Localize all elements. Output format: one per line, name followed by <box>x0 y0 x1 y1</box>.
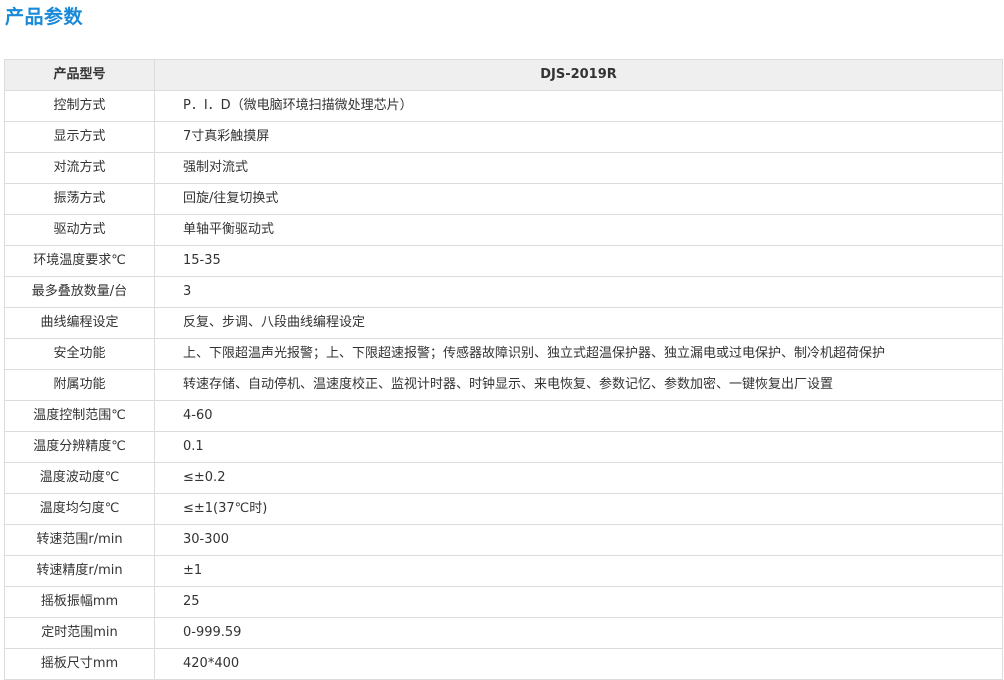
table-row: 对流方式 强制对流式 <box>4 152 1003 184</box>
row-value-cell: 420*400 <box>154 648 1003 680</box>
row-value-cell: ±1 <box>154 555 1003 587</box>
table-row: 最多叠放数量/台 3 <box>4 276 1003 308</box>
row-value-cell: 单轴平衡驱动式 <box>154 214 1003 246</box>
header-label-cell: 产品型号 <box>4 59 155 91</box>
table-row: 显示方式 7寸真彩触摸屏 <box>4 121 1003 153</box>
table-row: 定时范围min 0-999.59 <box>4 617 1003 649</box>
row-label-cell: 转速精度r/min <box>4 555 155 587</box>
row-label-cell: 附属功能 <box>4 369 155 401</box>
row-value-cell: 转速存储、自动停机、温速度校正、监视计时器、时钟显示、来电恢复、参数记忆、参数加… <box>154 369 1003 401</box>
row-label-cell: 对流方式 <box>4 152 155 184</box>
row-label-cell: 显示方式 <box>4 121 155 153</box>
row-label-cell: 摇板尺寸mm <box>4 648 155 680</box>
row-label-cell: 温度均匀度℃ <box>4 493 155 525</box>
row-value-cell: 0.1 <box>154 431 1003 463</box>
row-value-cell: 25 <box>154 586 1003 618</box>
table-row: 附属功能 转速存储、自动停机、温速度校正、监视计时器、时钟显示、来电恢复、参数记… <box>4 369 1003 401</box>
table-row: 转速精度r/min ±1 <box>4 555 1003 587</box>
table-row: 温度波动度℃ ≤±0.2 <box>4 462 1003 494</box>
row-label-cell: 曲线编程设定 <box>4 307 155 339</box>
spec-table: 产品型号 DJS-2019R 控制方式 P．I．D（微电脑环境扫描微处理芯片） … <box>4 59 1003 680</box>
row-label-cell: 摇板振幅mm <box>4 586 155 618</box>
row-value-cell: 强制对流式 <box>154 152 1003 184</box>
row-value-cell: 7寸真彩触摸屏 <box>154 121 1003 153</box>
row-label-cell: 温度波动度℃ <box>4 462 155 494</box>
row-label-cell: 控制方式 <box>4 90 155 122</box>
header-value-cell: DJS-2019R <box>154 59 1003 91</box>
row-label-cell: 驱动方式 <box>4 214 155 246</box>
row-value-cell: P．I．D（微电脑环境扫描微处理芯片） <box>154 90 1003 122</box>
row-value-cell: 15-35 <box>154 245 1003 277</box>
row-value-cell: 3 <box>154 276 1003 308</box>
table-header-row: 产品型号 DJS-2019R <box>4 59 1003 91</box>
table-row: 曲线编程设定 反复、步调、八段曲线编程设定 <box>4 307 1003 339</box>
row-label-cell: 温度控制范围℃ <box>4 400 155 432</box>
table-row: 温度控制范围℃ 4-60 <box>4 400 1003 432</box>
table-row: 温度均匀度℃ ≤±1(37℃时) <box>4 493 1003 525</box>
table-row: 环境温度要求℃ 15-35 <box>4 245 1003 277</box>
row-value-cell: ≤±1(37℃时) <box>154 493 1003 525</box>
table-row: 摇板振幅mm 25 <box>4 586 1003 618</box>
row-label-cell: 环境温度要求℃ <box>4 245 155 277</box>
row-value-cell: 上、下限超温声光报警；上、下限超速报警；传感器故障识别、独立式超温保护器、独立漏… <box>154 338 1003 370</box>
table-row: 振荡方式 回旋/往复切换式 <box>4 183 1003 215</box>
table-row: 控制方式 P．I．D（微电脑环境扫描微处理芯片） <box>4 90 1003 122</box>
row-label-cell: 温度分辨精度℃ <box>4 431 155 463</box>
row-value-cell: ≤±0.2 <box>154 462 1003 494</box>
table-row: 转速范围r/min 30-300 <box>4 524 1003 556</box>
row-label-cell: 最多叠放数量/台 <box>4 276 155 308</box>
table-row: 摇板尺寸mm 420*400 <box>4 648 1003 680</box>
row-label-cell: 安全功能 <box>4 338 155 370</box>
page-title: 产品参数 <box>5 6 84 28</box>
row-value-cell: 0-999.59 <box>154 617 1003 649</box>
row-value-cell: 回旋/往复切换式 <box>154 183 1003 215</box>
row-label-cell: 振荡方式 <box>4 183 155 215</box>
row-label-cell: 定时范围min <box>4 617 155 649</box>
row-value-cell: 30-300 <box>154 524 1003 556</box>
table-row: 驱动方式 单轴平衡驱动式 <box>4 214 1003 246</box>
row-value-cell: 反复、步调、八段曲线编程设定 <box>154 307 1003 339</box>
row-label-cell: 转速范围r/min <box>4 524 155 556</box>
table-row: 温度分辨精度℃ 0.1 <box>4 431 1003 463</box>
table-row: 安全功能 上、下限超温声光报警；上、下限超速报警；传感器故障识别、独立式超温保护… <box>4 338 1003 370</box>
row-value-cell: 4-60 <box>154 400 1003 432</box>
